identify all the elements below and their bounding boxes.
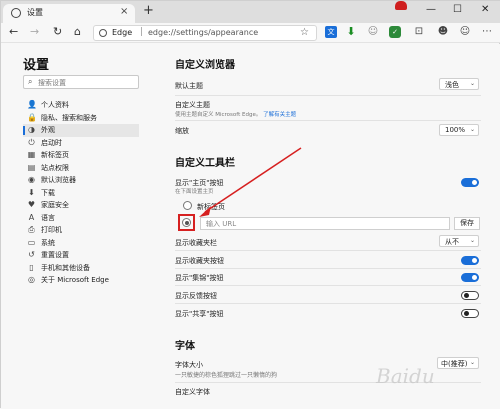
baidu-watermark: Baidu: [376, 364, 435, 388]
annotation-arrow: [199, 147, 302, 217]
browser-window: 设置 × + — ☐ ✕ ← → ↻ ⌂ Edge | edge://setti…: [0, 0, 500, 409]
